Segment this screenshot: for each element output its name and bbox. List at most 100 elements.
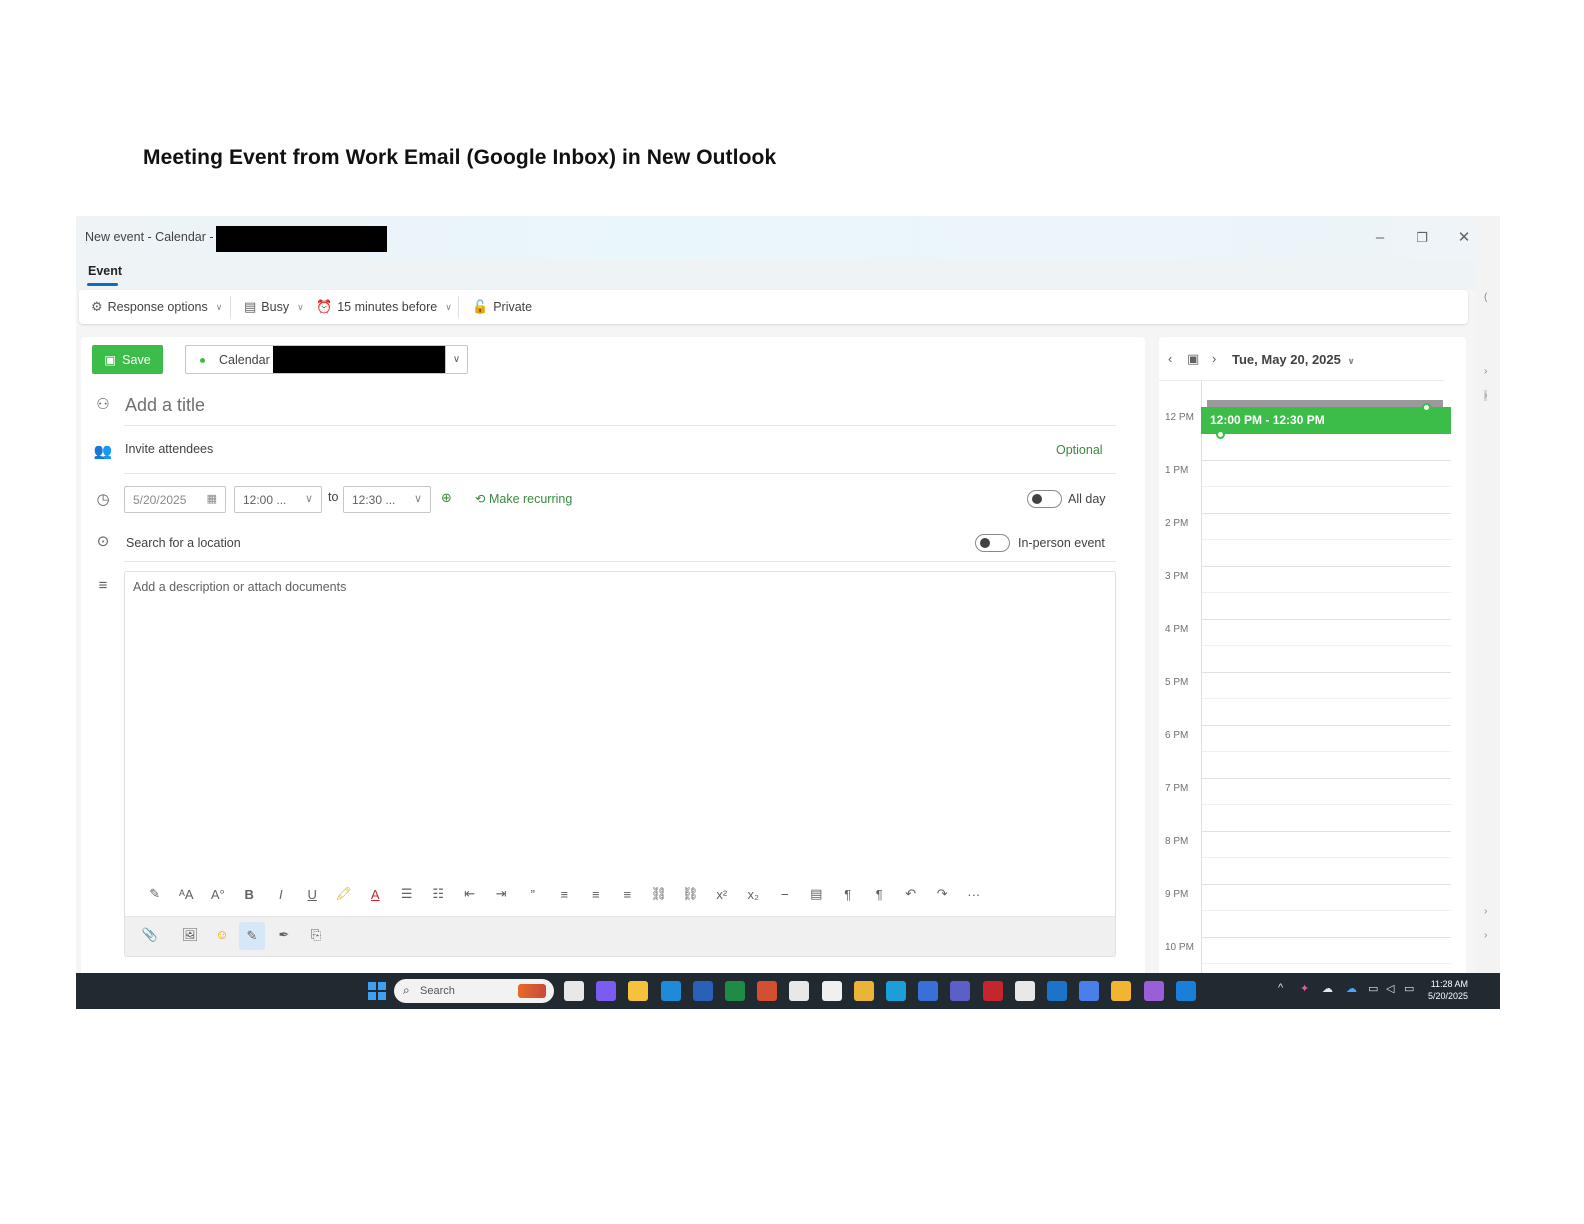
strikethrough-icon[interactable]: ⎯ — [769, 886, 801, 902]
description-editor[interactable]: Add a description or attach documents ✎ ᴬ… — [124, 571, 1116, 957]
day-picker[interactable]: Tue, May 20, 2025 ∨ — [1232, 352, 1355, 367]
start-time-dropdown[interactable]: 12:00 ... ∨ — [234, 486, 322, 513]
store-icon[interactable] — [789, 981, 810, 1001]
acrobat-icon[interactable] — [982, 981, 1003, 1001]
reminder-button[interactable]: ⏰ 15 minutes before ∨ — [316, 299, 452, 315]
task-view-icon[interactable] — [564, 981, 584, 1001]
attendees-input[interactable]: Invite attendees — [125, 442, 213, 456]
chevron-right-icon[interactable]: › — [1484, 906, 1487, 917]
response-options-button[interactable]: ⚙ Response options ∨ — [91, 299, 222, 315]
emoji-icon[interactable]: ☺ — [209, 927, 235, 942]
copilot-icon[interactable] — [596, 981, 617, 1001]
outlook-icon[interactable] — [660, 981, 681, 1001]
loop-icon[interactable]: ⎘ — [303, 927, 329, 943]
battery-icon[interactable]: ▭ — [1404, 982, 1414, 995]
teams-icon[interactable] — [950, 981, 971, 1001]
today-calendar-icon[interactable]: ▣ — [1187, 351, 1199, 367]
indent-icon[interactable]: ⇥ — [486, 886, 518, 902]
app-icon[interactable] — [886, 981, 906, 1001]
restore-button[interactable]: ❐ — [1411, 228, 1433, 248]
previous-day-button[interactable]: ‹ — [1168, 351, 1172, 366]
more-options-icon[interactable]: ··· — [958, 887, 990, 902]
align-right-icon[interactable]: ≡ — [612, 887, 644, 902]
taskbar-search[interactable]: ⌕ Search — [394, 979, 554, 1003]
tray-app-icon[interactable]: ✦ — [1300, 982, 1309, 995]
align-left-icon[interactable]: ≡ — [549, 887, 581, 902]
bold-icon[interactable]: B — [234, 887, 266, 902]
attach-icon[interactable]: 📎 — [137, 927, 163, 943]
excel-icon[interactable] — [725, 981, 745, 1001]
date-value: 5/20/2025 — [133, 492, 187, 507]
chevron-right-icon[interactable]: › — [1484, 390, 1488, 401]
minimize-button[interactable]: – — [1369, 228, 1391, 248]
private-button[interactable]: 🔓 Private — [472, 299, 532, 315]
date-picker[interactable]: 5/20/2025 ▦ — [124, 486, 226, 513]
format-painter-icon[interactable]: ✎ — [139, 886, 171, 902]
tab-event[interactable]: Event — [88, 264, 122, 278]
in-person-toggle[interactable] — [975, 534, 1010, 552]
volume-icon[interactable]: ◁ — [1386, 982, 1394, 995]
tray-chevron-icon[interactable]: ^ — [1278, 982, 1283, 994]
app-icon[interactable] — [1079, 981, 1100, 1001]
image-icon[interactable]: 🖼 — [177, 927, 203, 943]
hour-label: 2 PM — [1165, 518, 1189, 529]
sticky-notes-icon[interactable] — [1111, 981, 1132, 1001]
time-zone-globe-icon[interactable]: ⊕ — [441, 490, 452, 506]
link-icon[interactable]: ⛓ — [643, 886, 675, 902]
subscript-icon[interactable]: x₂ — [738, 887, 770, 902]
onedrive-business-icon[interactable]: ☁ — [1346, 982, 1357, 995]
redo-icon[interactable]: ↷ — [927, 886, 959, 902]
end-time-dropdown[interactable]: 12:30 ... ∨ — [343, 486, 431, 513]
chevron-right-icon[interactable]: › — [1484, 930, 1487, 941]
file-explorer-icon[interactable] — [628, 981, 649, 1001]
next-day-button[interactable]: › — [1212, 351, 1216, 366]
onedrive-icon[interactable]: ☁ — [1322, 982, 1333, 995]
numbering-icon[interactable]: ☷ — [423, 886, 455, 902]
app-icon[interactable] — [1143, 981, 1164, 1001]
save-button[interactable]: ▣ Save — [92, 345, 163, 374]
bullets-icon[interactable]: ☰ — [391, 886, 423, 902]
new-event-block[interactable]: 12:00 PM - 12:30 PM — [1201, 407, 1451, 434]
make-recurring-button[interactable]: ⟲ Make recurring — [475, 491, 572, 506]
undo-icon[interactable]: ↶ — [895, 886, 927, 902]
superscript-icon[interactable]: x² — [706, 887, 738, 902]
system-clock[interactable]: 11:28 AM 5/20/2025 — [1428, 978, 1468, 1002]
resize-handle-top[interactable] — [1422, 403, 1431, 412]
outlook-new-icon[interactable] — [1175, 981, 1196, 1001]
outdent-icon[interactable]: ⇤ — [454, 886, 486, 902]
optional-attendees-link[interactable]: Optional — [1056, 443, 1103, 457]
ltr-icon[interactable]: ¶ — [832, 887, 864, 902]
align-center-icon[interactable]: ≡ — [580, 887, 612, 902]
powerpoint-icon[interactable] — [757, 981, 778, 1001]
editor-icon[interactable]: ✎ — [239, 922, 265, 950]
underline-icon[interactable]: U — [297, 887, 329, 902]
font-size-icon[interactable]: ᴬA — [171, 887, 203, 902]
save-icon: ▣ — [104, 353, 117, 367]
unlink-icon[interactable]: ⛓ — [675, 886, 707, 902]
highlight-icon[interactable]: 🖍 — [328, 886, 360, 902]
table-icon[interactable]: ▤ — [801, 886, 833, 902]
windows-start-icon[interactable] — [368, 982, 386, 1000]
word-icon[interactable] — [692, 981, 713, 1001]
font-grow-icon[interactable]: A° — [202, 887, 234, 902]
resize-handle-bottom[interactable] — [1216, 430, 1225, 439]
chrome-icon[interactable] — [853, 981, 874, 1001]
close-button[interactable]: ✕ — [1453, 228, 1475, 248]
chevron-left-icon[interactable]: ( — [1484, 292, 1487, 303]
app-icon[interactable] — [821, 981, 842, 1001]
title-input[interactable]: Add a title — [125, 395, 205, 416]
chevron-right-icon[interactable]: › — [1484, 366, 1487, 377]
chatgpt-icon[interactable] — [1014, 981, 1035, 1001]
all-day-toggle[interactable] — [1027, 490, 1062, 508]
location-input[interactable]: Search for a location — [126, 536, 241, 550]
zoom-icon[interactable] — [918, 981, 939, 1001]
app-icon[interactable] — [1047, 981, 1067, 1001]
calendar-dropdown[interactable]: Calendar ∨ — [185, 345, 468, 374]
italic-icon[interactable]: I — [265, 887, 297, 902]
signature-icon[interactable]: ✒ — [271, 927, 297, 943]
network-icon[interactable]: ▭ — [1368, 982, 1378, 995]
rtl-icon[interactable]: ¶ — [864, 887, 896, 902]
font-color-icon[interactable]: A — [360, 887, 392, 902]
busy-status-button[interactable]: ▤ Busy ∨ — [244, 299, 304, 315]
quote-icon[interactable]: ” — [517, 887, 549, 902]
